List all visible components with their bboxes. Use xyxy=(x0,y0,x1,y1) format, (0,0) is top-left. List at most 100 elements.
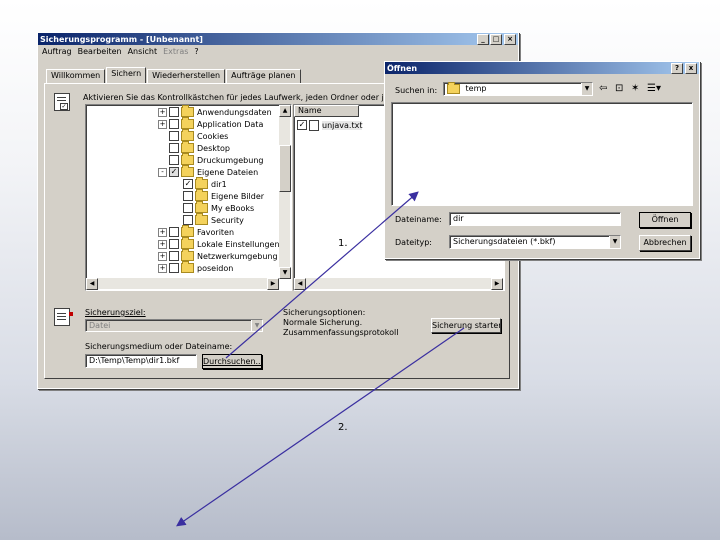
tab-wiederherstellen[interactable]: Wiederherstellen xyxy=(147,69,226,83)
dialog-close-button[interactable]: x xyxy=(685,62,697,74)
tree-item[interactable]: - ✓ Eigene Dateien xyxy=(158,165,259,178)
folder-icon xyxy=(181,249,194,261)
main-titlebar[interactable]: Sicherungsprogramm - [Unbenannt] _ □ × xyxy=(38,33,518,45)
tree-item-checkbox[interactable] xyxy=(169,155,179,165)
menu-extras[interactable]: Extras xyxy=(163,47,188,56)
filetype-dropdown[interactable]: Sicherungsdateien (*.bkf) ▼ xyxy=(449,235,621,249)
new-folder-icon[interactable]: ✶ xyxy=(631,83,639,94)
tree-item[interactable]: Druckumgebung xyxy=(158,153,263,166)
chevron-down-icon[interactable]: ▼ xyxy=(609,236,620,248)
maximize-button[interactable]: □ xyxy=(490,33,502,45)
tree-item-checkbox[interactable] xyxy=(169,131,179,141)
scroll-thumb[interactable] xyxy=(279,145,291,192)
menu-help[interactable]: ? xyxy=(194,47,198,56)
tree-horizontal-scrollbar[interactable]: ◀ ▶ xyxy=(86,278,279,290)
lookin-dropdown[interactable]: temp ▼ xyxy=(443,81,593,96)
tree-item-checkbox[interactable] xyxy=(183,203,193,213)
tree-item-checkbox[interactable] xyxy=(169,251,179,261)
tree-item[interactable]: + Application Data xyxy=(158,117,263,130)
step1-label: 1. xyxy=(338,238,348,249)
tree-item-label: Favoriten xyxy=(197,227,235,237)
tree-item-label: Security xyxy=(211,215,244,225)
menu-ansicht[interactable]: Ansicht xyxy=(128,47,158,56)
chevron-down-icon[interactable]: ▼ xyxy=(581,83,592,95)
filetype-value: Sicherungsdateien (*.bkf) xyxy=(453,237,556,246)
view-menu-icon[interactable]: ☰▾ xyxy=(647,83,661,94)
scroll-up-icon[interactable]: ▲ xyxy=(279,105,291,117)
tree-expander-icon[interactable]: - xyxy=(158,167,167,177)
folder-icon xyxy=(195,177,208,189)
scroll-right-icon[interactable]: ▶ xyxy=(267,278,279,290)
tree-item[interactable]: Desktop xyxy=(158,141,230,154)
tree-item[interactable]: Cookies xyxy=(158,129,228,142)
file-browser-area[interactable] xyxy=(391,102,693,206)
tree-item[interactable]: + poseidon xyxy=(158,261,233,274)
cancel-button[interactable]: Abbrechen xyxy=(639,235,691,251)
target-label: Sicherungsziel: xyxy=(85,308,146,317)
tree-item-checkbox[interactable] xyxy=(169,119,179,129)
tree-expander-icon[interactable]: + xyxy=(158,263,167,273)
tree-item[interactable]: + Anwendungsdaten xyxy=(158,105,272,118)
tree-item-checkbox[interactable] xyxy=(169,263,179,273)
list-scroll-right-icon[interactable]: ▶ xyxy=(491,278,503,290)
media-label: Sicherungsmedium oder Dateiname: xyxy=(85,342,233,351)
tab-auftraege-planen[interactable]: Aufträge planen xyxy=(226,69,301,83)
tree-expander-icon[interactable]: + xyxy=(158,227,167,237)
browse-button[interactable]: Durchsuchen... xyxy=(202,354,262,369)
tree-item[interactable]: My eBooks xyxy=(172,201,254,214)
tree-item[interactable]: + Favoriten xyxy=(158,225,235,238)
folder-icon xyxy=(181,105,194,117)
tree-item-checkbox[interactable] xyxy=(169,227,179,237)
tree-item[interactable]: Eigene Bilder xyxy=(172,189,264,202)
help-button[interactable]: ? xyxy=(671,62,683,74)
backup-target-icon xyxy=(54,308,73,326)
filename-label: Dateiname: xyxy=(395,215,442,224)
back-arrow-icon[interactable]: ⇦ xyxy=(599,83,607,94)
menu-auftrag[interactable]: Auftrag xyxy=(42,47,72,56)
media-path-input[interactable]: D:\Temp\Temp\dir1.bkf xyxy=(85,354,197,368)
tree-expander-icon[interactable]: + xyxy=(158,107,167,117)
list-item-label: unjava.txt xyxy=(322,120,363,130)
tree-item[interactable]: + Netzwerkumgebung xyxy=(158,249,278,262)
tree-item-label: Eigene Dateien xyxy=(197,167,259,177)
target-dropdown[interactable]: Datei ▼ xyxy=(85,319,263,332)
lookin-label: Suchen in: xyxy=(395,86,438,95)
folder-icon xyxy=(181,225,194,237)
filename-input[interactable]: dir xyxy=(449,212,621,226)
list-item[interactable]: ✓ unjava.txt xyxy=(297,119,363,131)
list-scroll-left-icon[interactable]: ◀ xyxy=(294,278,306,290)
list-item-checkbox[interactable]: ✓ xyxy=(297,120,307,130)
open-dialog-title: Öffnen xyxy=(387,63,418,73)
open-dialog-titlebar[interactable]: Öffnen ? x xyxy=(385,62,699,74)
scroll-left-icon[interactable]: ◀ xyxy=(86,278,98,290)
folder-tree[interactable]: + Anwendungsdaten + Application Data Cookies… xyxy=(85,104,292,291)
open-button[interactable]: Öffnen xyxy=(639,212,691,228)
tree-item-checkbox[interactable]: ✓ xyxy=(183,179,193,189)
start-backup-button[interactable]: Sicherung starten xyxy=(431,318,501,333)
folder-icon xyxy=(195,201,208,213)
tree-expander-icon[interactable]: + xyxy=(158,119,167,129)
up-folder-icon[interactable]: ⊡ xyxy=(615,83,623,94)
step2-label: 2. xyxy=(338,422,348,433)
tree-expander-icon[interactable]: + xyxy=(158,239,167,249)
tree-item-checkbox[interactable]: ✓ xyxy=(169,167,179,177)
list-horizontal-scrollbar[interactable]: ◀ ▶ xyxy=(294,278,503,290)
tree-item-checkbox[interactable] xyxy=(183,215,193,225)
options-line-2: Zusammenfassungsprotokoll xyxy=(283,328,399,337)
menu-bearbeiten[interactable]: Bearbeiten xyxy=(78,47,122,56)
tree-item-checkbox[interactable] xyxy=(169,143,179,153)
tree-item-label: Netzwerkumgebung xyxy=(197,251,278,261)
minimize-button[interactable]: _ xyxy=(477,33,489,45)
tab-sichern[interactable]: Sichern xyxy=(106,67,147,83)
close-button[interactable]: × xyxy=(504,33,516,45)
scroll-down-icon[interactable]: ▼ xyxy=(279,267,291,279)
tree-item-checkbox[interactable] xyxy=(183,191,193,201)
tree-item-checkbox[interactable] xyxy=(169,107,179,117)
tree-expander-icon[interactable]: + xyxy=(158,251,167,261)
list-header-name[interactable]: Name xyxy=(294,105,359,117)
tree-vertical-scrollbar[interactable]: ▲ ▼ xyxy=(279,105,291,279)
chevron-down-icon[interactable]: ▼ xyxy=(251,320,262,331)
tree-item[interactable]: + Lokale Einstellungen xyxy=(158,237,280,250)
tree-item-checkbox[interactable] xyxy=(169,239,179,249)
tab-willkommen[interactable]: Willkommen xyxy=(46,69,106,83)
